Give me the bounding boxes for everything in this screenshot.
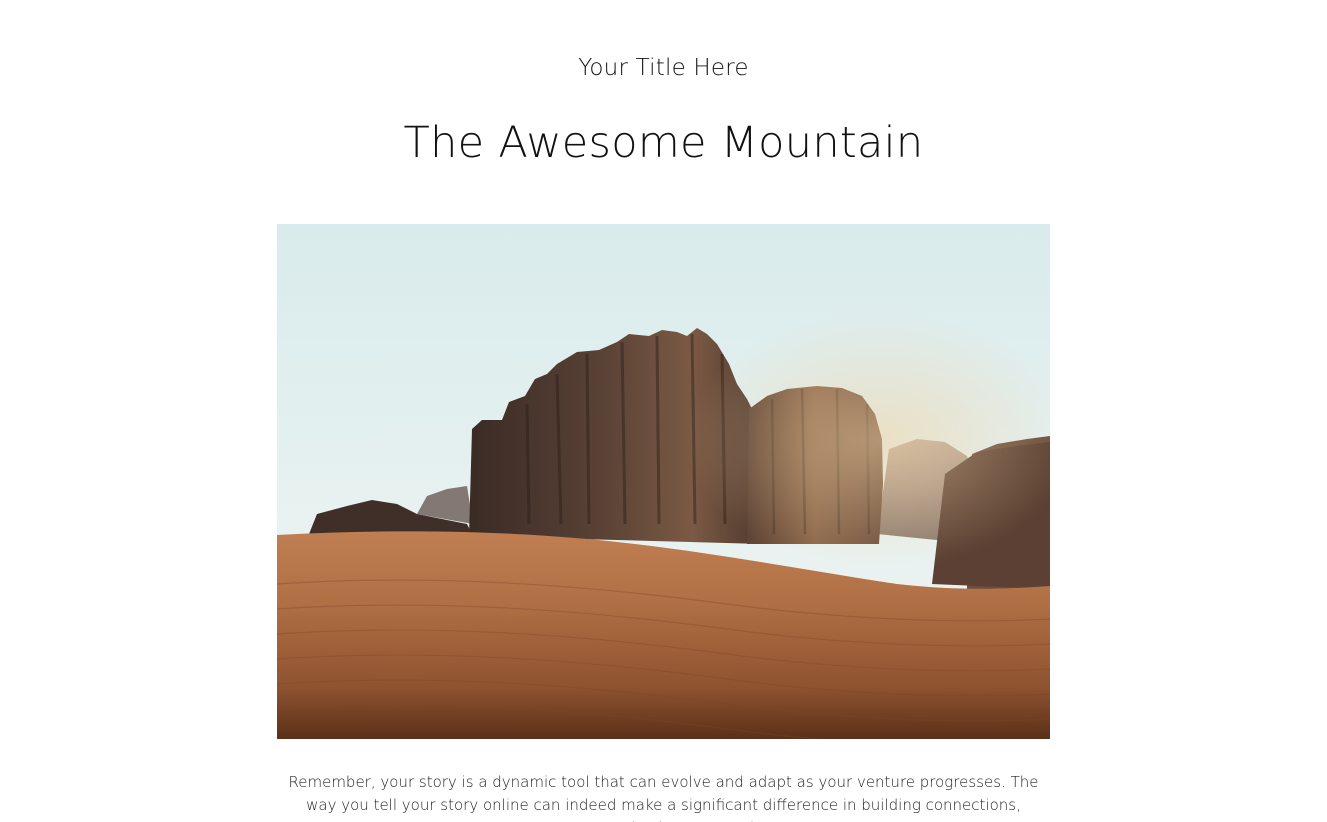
hero-image [277,224,1050,739]
page: Your Title Here The Awesome Mountain Rem… [0,0,1327,822]
post-body-text: Remember, your story is a dynamic tool t… [288,773,1039,822]
site-title[interactable]: Your Title Here [0,52,1327,84]
desert-mountain-illustration [277,224,1050,739]
post-title: The Awesome Mountain [403,118,924,168]
